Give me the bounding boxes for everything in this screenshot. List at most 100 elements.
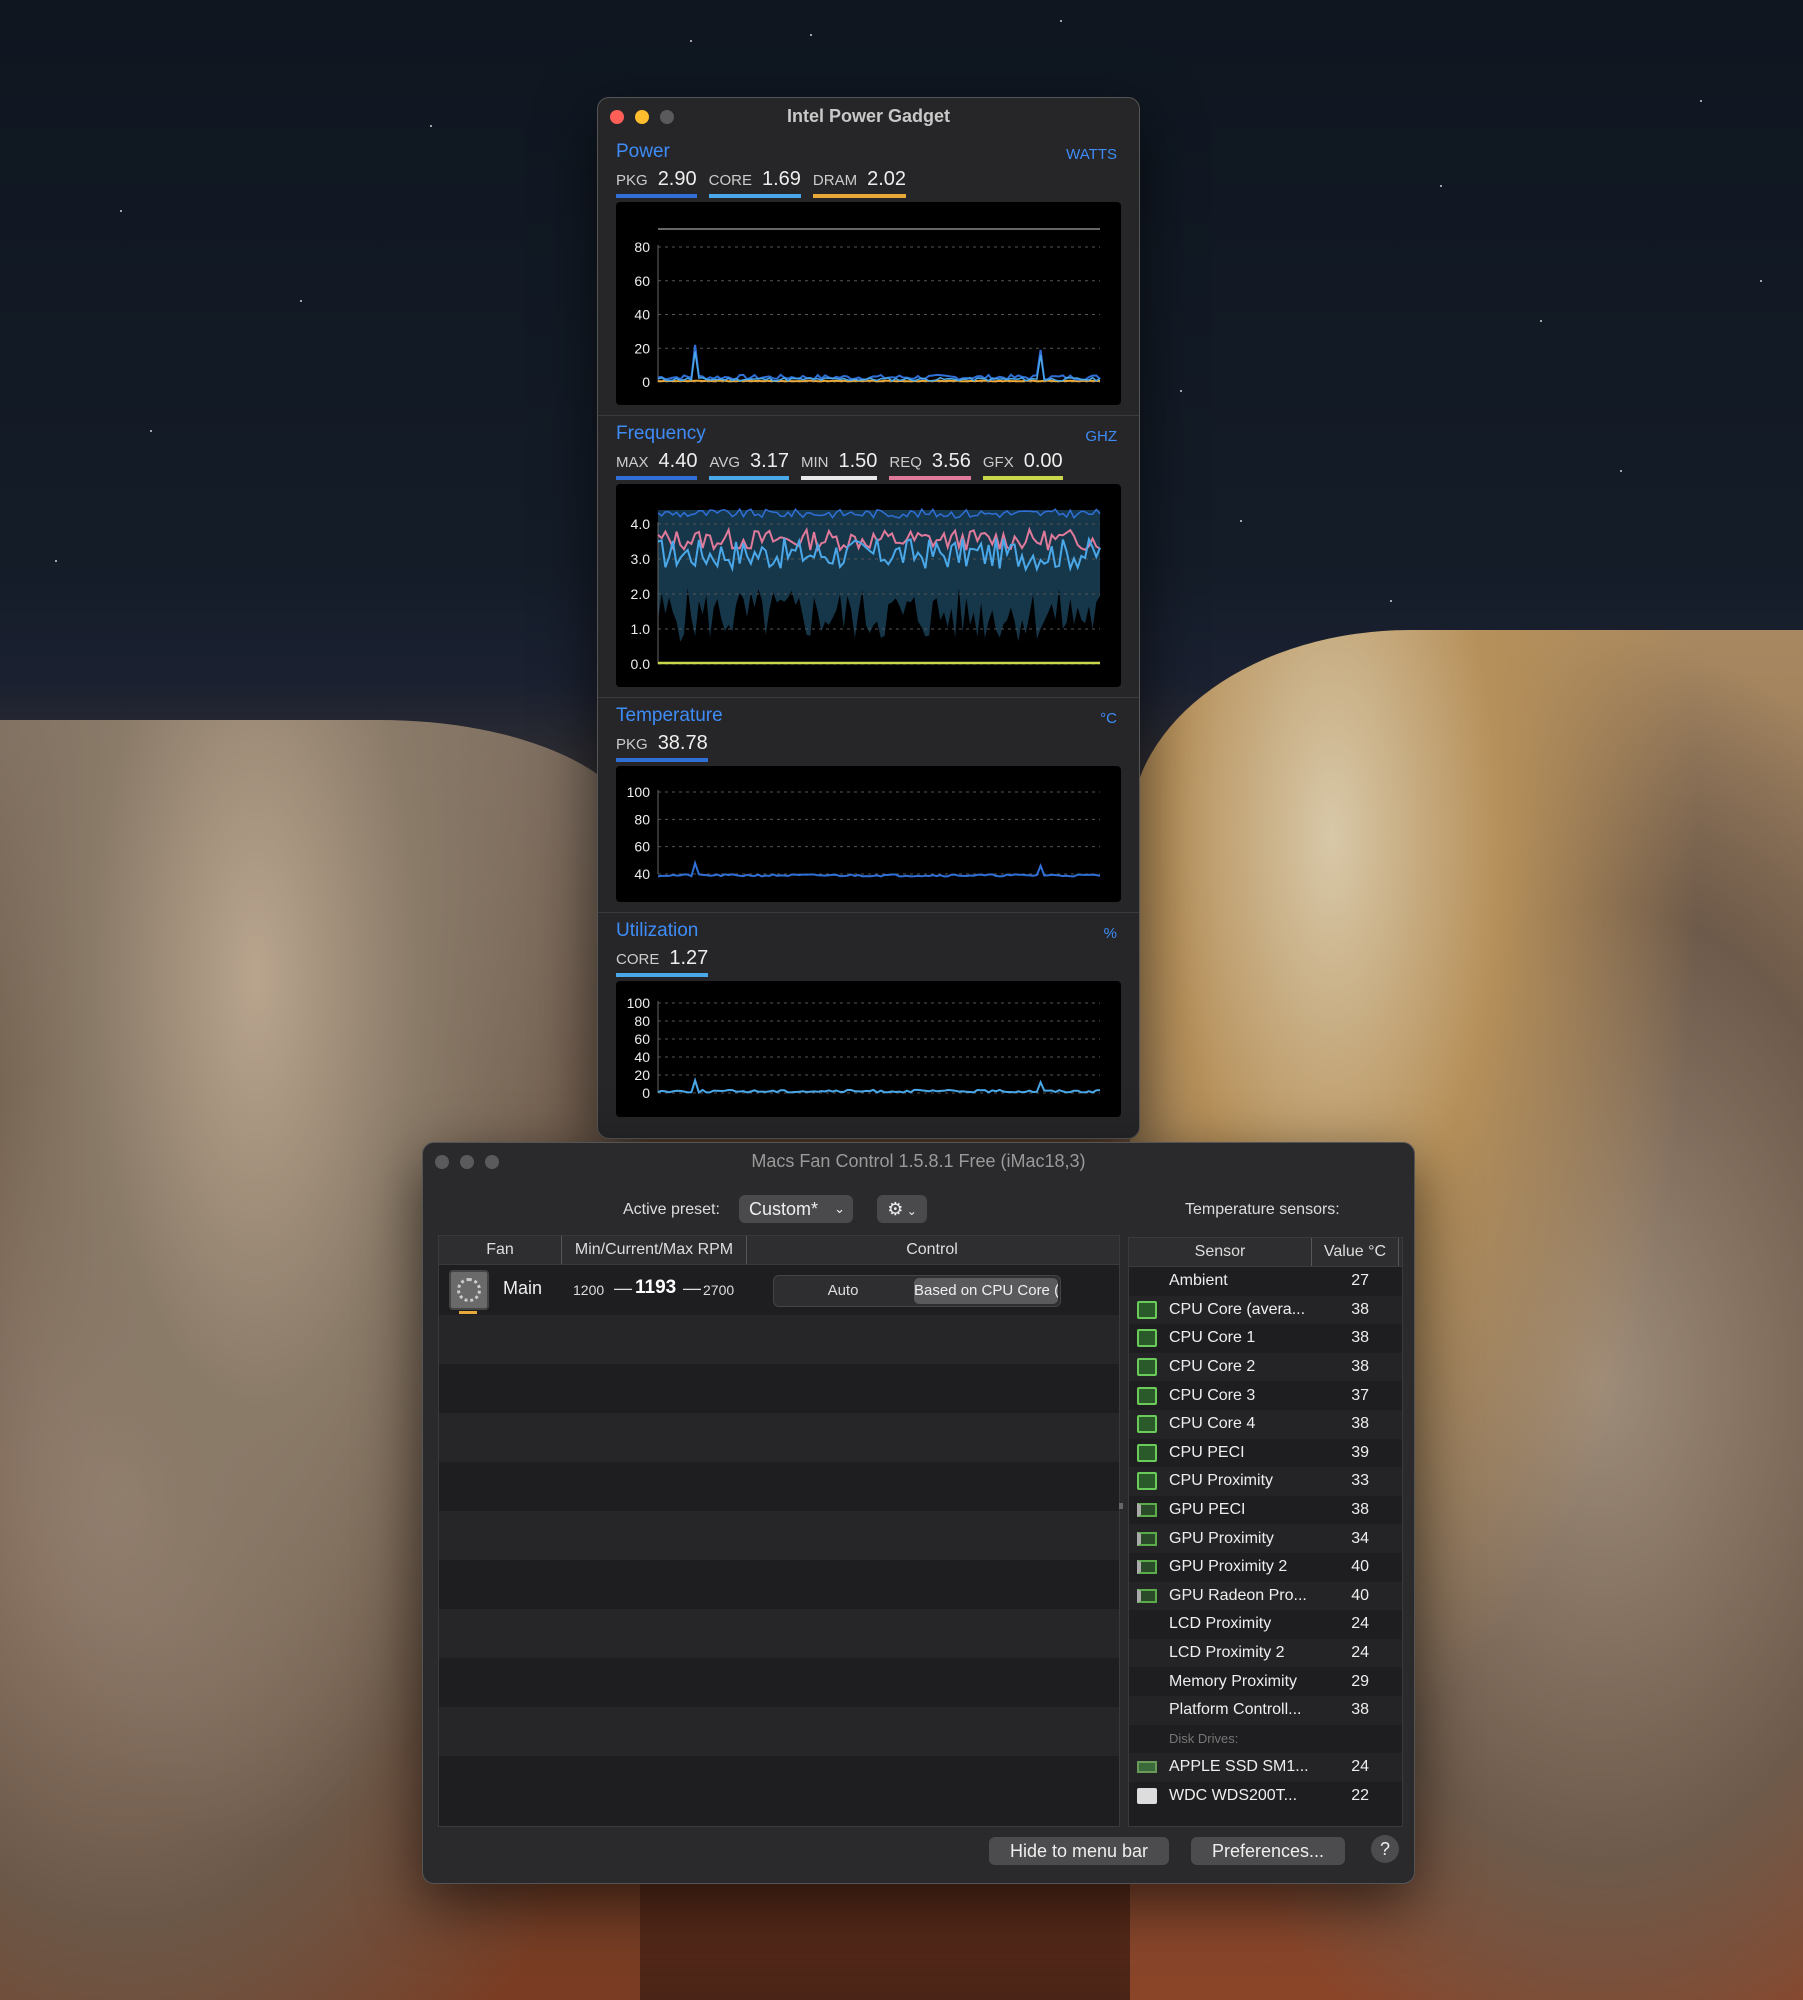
fan-row-main[interactable]: Main 1200 — 1193 — 2700 Auto Based on CP… — [439, 1266, 1119, 1315]
frequency-title: Frequency — [616, 423, 706, 444]
metric-label: REQ — [889, 454, 922, 471]
metric-value: 0.00 — [1023, 450, 1063, 472]
sensor-row[interactable]: CPU Core (avera... 38 — [1129, 1295, 1402, 1325]
based-on-sensor-button[interactable]: Based on CPU Core (av... — [914, 1278, 1058, 1304]
sensor-row[interactable]: CPU Proximity 33 — [1129, 1467, 1402, 1496]
blank-icon — [1137, 1644, 1157, 1662]
sensor-row[interactable]: Ambient 27 — [1129, 1267, 1402, 1296]
sensor-name: CPU Core 1 — [1169, 1329, 1256, 1347]
tick-label: 80 — [634, 811, 650, 827]
help-button[interactable]: ? — [1371, 1835, 1399, 1863]
preset-select[interactable]: Custom* ⌄ — [739, 1195, 853, 1223]
frequency-unit: GHZ — [1085, 428, 1117, 445]
tick-label: 20 — [634, 1067, 650, 1083]
star — [1060, 20, 1062, 22]
gear-icon: ⚙ — [887, 1199, 904, 1219]
utilization-title: Utilization — [616, 920, 699, 941]
split-handle[interactable] — [1119, 1503, 1123, 1509]
sensor-row[interactable]: GPU Radeon Pro... 40 — [1129, 1581, 1402, 1611]
minimize-icon[interactable] — [460, 1155, 474, 1169]
sensor-name: LCD Proximity 2 — [1169, 1644, 1285, 1662]
fan-header[interactable]: Fan — [439, 1236, 562, 1264]
zoom-icon[interactable] — [485, 1155, 499, 1169]
metric-label: PKG — [616, 172, 648, 189]
sensor-value: 33 — [1351, 1472, 1369, 1490]
sensor-name: Platform Controll... — [1169, 1701, 1302, 1719]
power-metrics: PKG 2.90 CORE 1.69 DRAM 2.02 — [616, 168, 1121, 198]
preferences-button[interactable]: Preferences... — [1191, 1837, 1345, 1865]
sensor-row[interactable]: CPU PECI 39 — [1129, 1438, 1402, 1468]
metric-value: 3.56 — [931, 450, 971, 472]
fan-table-header: Fan Min/Current/Max RPM Control — [439, 1236, 1119, 1265]
sensor-row[interactable]: CPU Core 1 38 — [1129, 1324, 1402, 1353]
chevron-down-icon: ⌄ — [834, 1201, 845, 1216]
hide-to-menu-bar-button[interactable]: Hide to menu bar — [989, 1837, 1169, 1865]
sensor-row[interactable]: WDC WDS200T... 22 — [1129, 1781, 1402, 1811]
power-title: Power — [616, 141, 670, 162]
sensor-row[interactable]: GPU Proximity 2 40 — [1129, 1552, 1402, 1582]
hard-disk-icon — [1137, 1787, 1157, 1804]
power-metric-dram: DRAM 2.02 — [812, 168, 907, 198]
control-header[interactable]: Control — [747, 1236, 1117, 1264]
sensor-value: 39 — [1351, 1443, 1369, 1461]
sensor-name: CPU Proximity — [1169, 1472, 1274, 1490]
sensor-row[interactable]: LCD Proximity 24 — [1129, 1610, 1402, 1639]
sensor-row[interactable]: CPU Core 4 38 — [1129, 1409, 1402, 1439]
fan-table-row — [439, 1364, 1119, 1413]
close-icon[interactable] — [610, 110, 624, 124]
window-title: Macs Fan Control 1.5.8.1 Free (iMac18,3) — [751, 1151, 1086, 1171]
sensor-value: 40 — [1351, 1558, 1369, 1576]
zoom-icon[interactable] — [660, 110, 674, 124]
minimize-icon[interactable] — [635, 110, 649, 124]
sensor-header[interactable]: Sensor — [1129, 1238, 1312, 1266]
utilization-metric-core: CORE 1.27 — [616, 947, 709, 977]
sensor-row[interactable]: Platform Controll... 38 — [1129, 1695, 1402, 1725]
star — [430, 125, 432, 127]
sensor-value: 38 — [1351, 1300, 1369, 1318]
fan-table-row — [439, 1413, 1119, 1462]
core-util-series — [657, 1077, 1101, 1094]
sensor-row[interactable]: GPU Proximity 34 — [1129, 1524, 1402, 1553]
sensor-value: 22 — [1351, 1786, 1369, 1804]
fan-current-rpm: 1193 — [635, 1277, 677, 1298]
sensor-row[interactable]: CPU Core 2 38 — [1129, 1352, 1402, 1382]
sensor-value: 24 — [1351, 1758, 1369, 1776]
sensor-value: 38 — [1351, 1358, 1369, 1376]
active-preset-label: Active preset: — [623, 1201, 720, 1218]
power-section: Power WATTS PKG 2.90 CORE 1.69 DRAM 2.02 80 60… — [598, 134, 1139, 416]
power-metric-core: CORE 1.69 — [708, 168, 801, 198]
sensor-row[interactable]: LCD Proximity 2 24 — [1129, 1638, 1402, 1668]
tick-label: 60 — [634, 1031, 650, 1047]
rpm-header[interactable]: Min/Current/Max RPM — [562, 1236, 747, 1264]
sensor-group-label: Disk Drives: — [1129, 1724, 1402, 1754]
temperature-sensors-label: Temperature sensors: — [1185, 1201, 1340, 1218]
sensor-value: 24 — [1351, 1644, 1369, 1662]
tick-label: 80 — [634, 239, 650, 255]
sensor-row[interactable]: GPU PECI 38 — [1129, 1495, 1402, 1525]
fan-min-rpm: 1200 — [573, 1282, 605, 1298]
sensor-row[interactable]: APPLE SSD SM1... 24 — [1129, 1753, 1402, 1782]
sensor-value: 29 — [1351, 1672, 1369, 1690]
gear-menu-button[interactable]: ⚙ ⌄ — [877, 1195, 927, 1223]
tick-label: 100 — [627, 784, 651, 800]
auto-control-button[interactable]: Auto — [774, 1276, 912, 1306]
sensor-name: GPU Radeon Pro... — [1169, 1586, 1307, 1604]
sensor-row[interactable]: CPU Core 3 37 — [1129, 1381, 1402, 1410]
sensor-name: CPU PECI — [1169, 1443, 1245, 1461]
mfc-titlebar[interactable]: Macs Fan Control 1.5.8.1 Free (iMac18,3) — [423, 1143, 1414, 1179]
star — [1540, 320, 1542, 322]
close-icon[interactable] — [435, 1155, 449, 1169]
star — [55, 560, 57, 562]
star — [1390, 600, 1392, 602]
tick-label: 2.0 — [631, 586, 651, 602]
metric-value: 1.27 — [669, 947, 709, 969]
fan-table-row — [439, 1462, 1119, 1511]
value-header[interactable]: Value °C — [1312, 1238, 1399, 1266]
fan-max-rpm: 2700 — [703, 1282, 735, 1298]
tick-label: 0 — [642, 1085, 650, 1101]
sensor-name: CPU Core 2 — [1169, 1358, 1256, 1376]
sensor-row[interactable]: Memory Proximity 29 — [1129, 1667, 1402, 1696]
metric-label: MIN — [800, 454, 829, 471]
frequency-graph: 4.0 3.0 2.0 1.0 0.0 — [616, 484, 1121, 687]
ipg-titlebar[interactable]: Intel Power Gadget — [598, 98, 1139, 134]
